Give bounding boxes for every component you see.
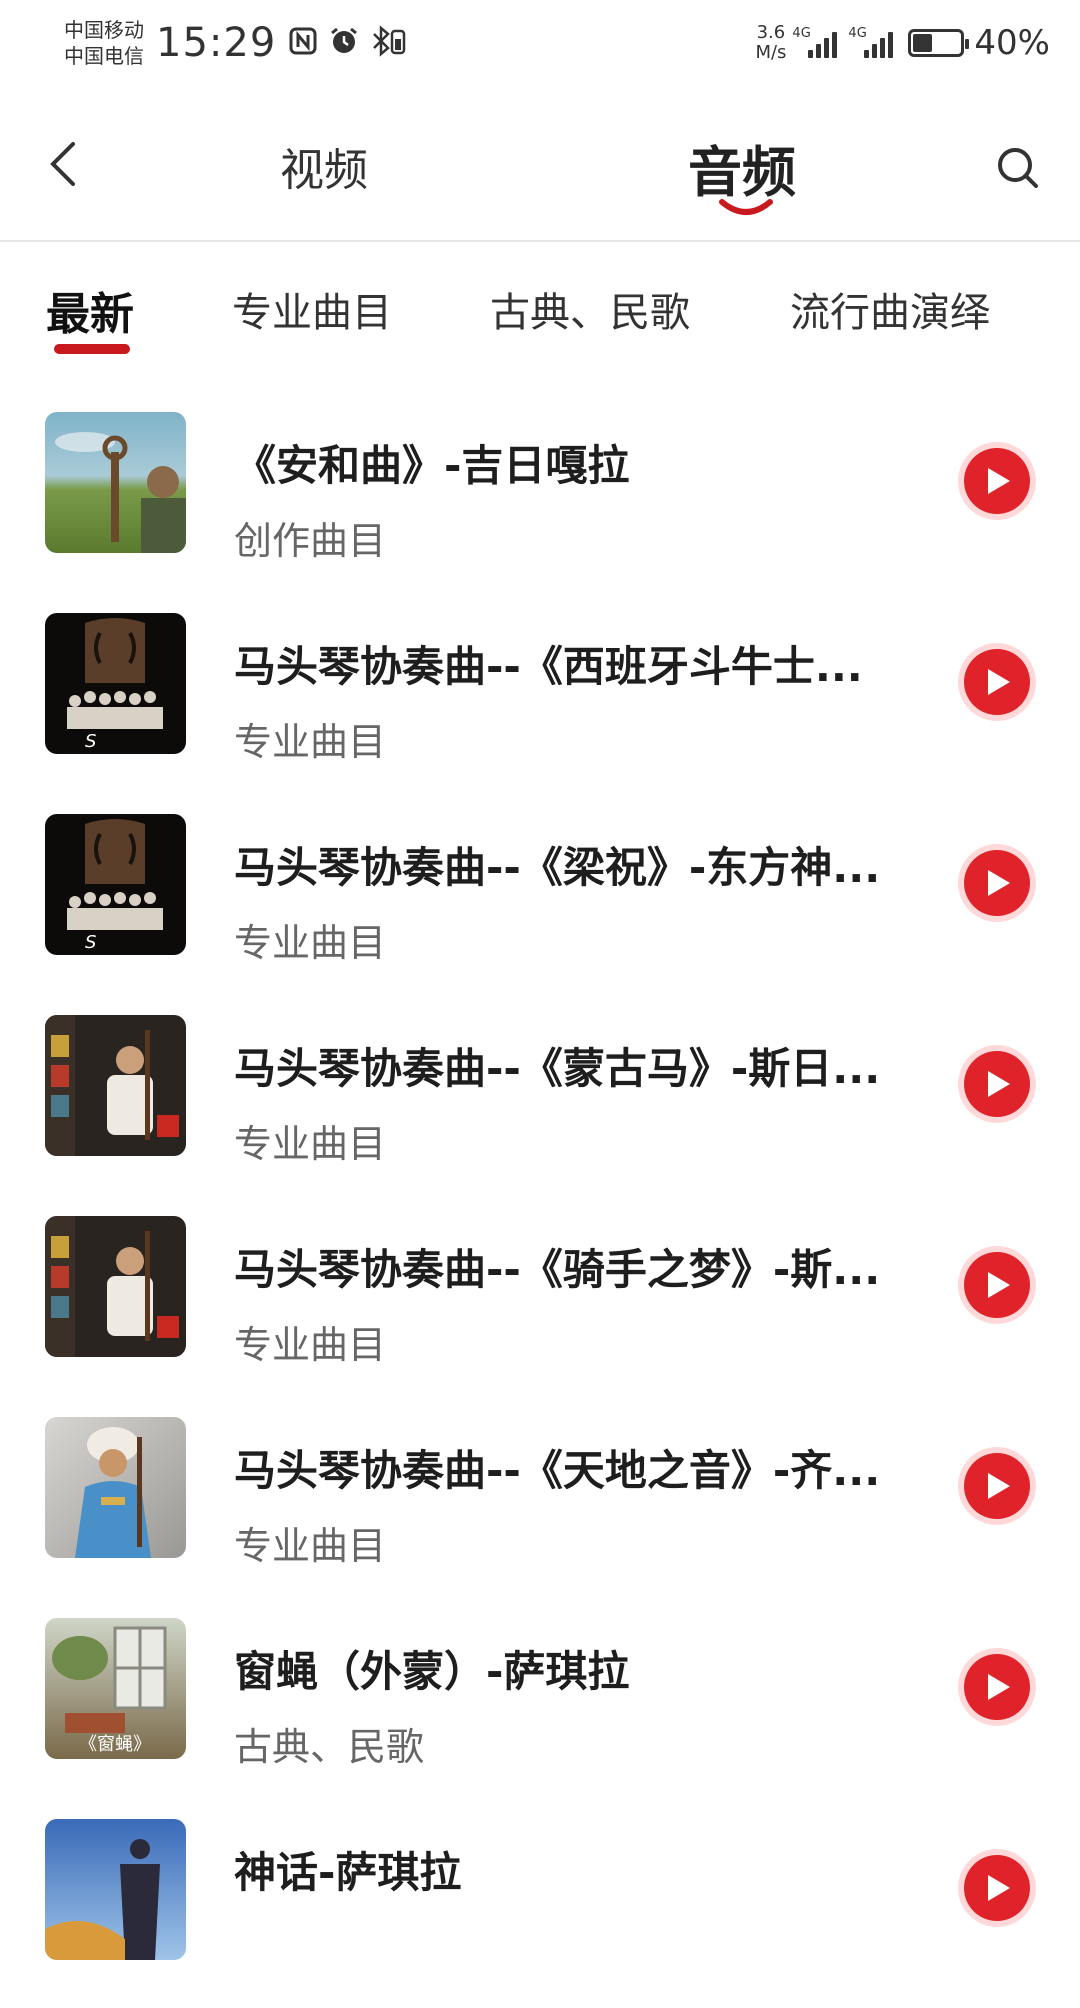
play-icon — [988, 1875, 1010, 1901]
track-category: 古典、民歌 — [234, 1725, 425, 1769]
battery-icon — [908, 29, 970, 57]
chevron-left-icon — [50, 142, 75, 186]
play-icon — [988, 1272, 1010, 1298]
track-thumbnail — [45, 1216, 186, 1357]
back-button[interactable] — [40, 138, 84, 190]
play-button[interactable] — [958, 442, 1036, 520]
list-item[interactable]: S 马头琴协奏曲--《西班牙斗牛士... 专业曲目 — [0, 601, 1080, 802]
list-item[interactable]: 《安和曲》-吉日嘎拉 创作曲目 — [0, 400, 1080, 601]
track-thumbnail — [45, 1417, 186, 1558]
network-type-1: 4G — [792, 26, 811, 41]
subtab-indicator — [54, 344, 130, 354]
track-category: 专业曲目 — [234, 921, 387, 965]
tab-video[interactable]: 视频 — [280, 134, 368, 198]
play-button[interactable] — [958, 1447, 1036, 1525]
track-title: 神话-萨琪拉 — [234, 1848, 462, 1897]
battery-fill — [913, 34, 932, 52]
list-item[interactable]: 神话-萨琪拉 — [0, 1807, 1080, 2008]
thumb-caption: 《窗蝇》 — [79, 1734, 151, 1755]
track-category: 专业曲目 — [234, 1323, 387, 1367]
play-icon — [988, 1473, 1010, 1499]
track-thumbnail: 《窗蝇》 — [45, 1618, 186, 1759]
top-nav: 视频 音频 — [0, 86, 1080, 242]
play-button[interactable] — [958, 643, 1036, 721]
track-thumbnail — [45, 1015, 186, 1156]
search-icon — [998, 148, 1038, 188]
track-thumbnail: S — [45, 613, 186, 754]
track-title: 马头琴协奏曲--《梁祝》-东方神... — [234, 843, 881, 892]
carrier-info: 中国移动 中国电信 — [64, 17, 144, 69]
subtab-professional[interactable]: 专业曲目 — [232, 280, 392, 338]
bluetooth-battery-icon — [370, 25, 410, 61]
list-item[interactable]: 马头琴协奏曲--《蒙古马》-斯日... 专业曲目 — [0, 1003, 1080, 1204]
svg-text:S: S — [85, 731, 96, 752]
battery-percent: 40% — [974, 23, 1050, 63]
play-button[interactable] — [958, 844, 1036, 922]
tab-audio[interactable]: 音频 — [688, 128, 796, 207]
track-title: 马头琴协奏曲--《蒙古马》-斯日... — [234, 1044, 881, 1093]
track-thumbnail: S — [45, 814, 186, 955]
status-bar: 中国移动 中国电信 15:29 3.6 M/s 4G 4G 40% — [0, 0, 1080, 86]
play-button[interactable] — [958, 1246, 1036, 1324]
network-speed: 3.6 M/s — [755, 23, 786, 63]
track-title: 马头琴协奏曲--《西班牙斗牛士... — [234, 642, 863, 691]
play-icon — [988, 669, 1010, 695]
list-item[interactable]: 马头琴协奏曲--《骑手之梦》-斯... 专业曲目 — [0, 1204, 1080, 1405]
network-type-2: 4G — [848, 26, 867, 41]
track-title: 窗蝇（外蒙）-萨琪拉 — [234, 1647, 630, 1696]
track-thumbnail — [45, 1819, 186, 1960]
svg-text:S: S — [85, 932, 96, 953]
signal-icon-1: 4G — [792, 26, 842, 58]
play-icon — [988, 1674, 1010, 1700]
clock: 15:29 — [156, 20, 277, 66]
carrier-2: 中国电信 — [64, 44, 144, 68]
subtab-classical-folk[interactable]: 古典、民歌 — [490, 280, 690, 338]
play-icon — [988, 1071, 1010, 1097]
track-category: 专业曲目 — [234, 1524, 387, 1568]
search-button[interactable] — [994, 144, 1042, 192]
network-speed-unit: M/s — [755, 42, 787, 63]
subtab-pop[interactable]: 流行曲演绎 — [790, 280, 990, 338]
track-thumbnail — [45, 412, 186, 553]
active-tab-indicator — [719, 199, 773, 215]
list-item[interactable]: 《窗蝇》 窗蝇（外蒙）-萨琪拉 古典、民歌 — [0, 1606, 1080, 1807]
category-tabs: 最新 专业曲目 古典、民歌 流行曲演绎 — [0, 244, 1080, 364]
track-title: 马头琴协奏曲--《天地之音》-齐... — [234, 1446, 881, 1495]
track-title: 马头琴协奏曲--《骑手之梦》-斯... — [234, 1245, 881, 1294]
play-icon — [988, 870, 1010, 896]
play-button[interactable] — [958, 1045, 1036, 1123]
track-category: 专业曲目 — [234, 720, 387, 764]
carrier-1: 中国移动 — [64, 18, 144, 42]
alarm-icon — [328, 25, 360, 61]
list-item[interactable]: S 马头琴协奏曲--《梁祝》-东方神... 专业曲目 — [0, 802, 1080, 1003]
track-title: 《安和曲》-吉日嘎拉 — [234, 441, 630, 490]
track-category: 创作曲目 — [234, 519, 387, 563]
play-button[interactable] — [958, 1648, 1036, 1726]
nfc-icon — [288, 26, 318, 60]
list-item[interactable]: 马头琴协奏曲--《天地之音》-齐... 专业曲目 — [0, 1405, 1080, 1606]
track-category: 专业曲目 — [234, 1122, 387, 1166]
signal-icon-2: 4G — [848, 26, 898, 58]
play-icon — [988, 468, 1010, 494]
subtab-latest[interactable]: 最新 — [46, 278, 134, 342]
network-speed-value: 3.6 — [756, 22, 786, 43]
play-button[interactable] — [958, 1849, 1036, 1927]
track-list: 《安和曲》-吉日嘎拉 创作曲目 S 马头琴协奏曲--《西班牙斗牛士... 专业曲… — [0, 400, 1080, 2008]
